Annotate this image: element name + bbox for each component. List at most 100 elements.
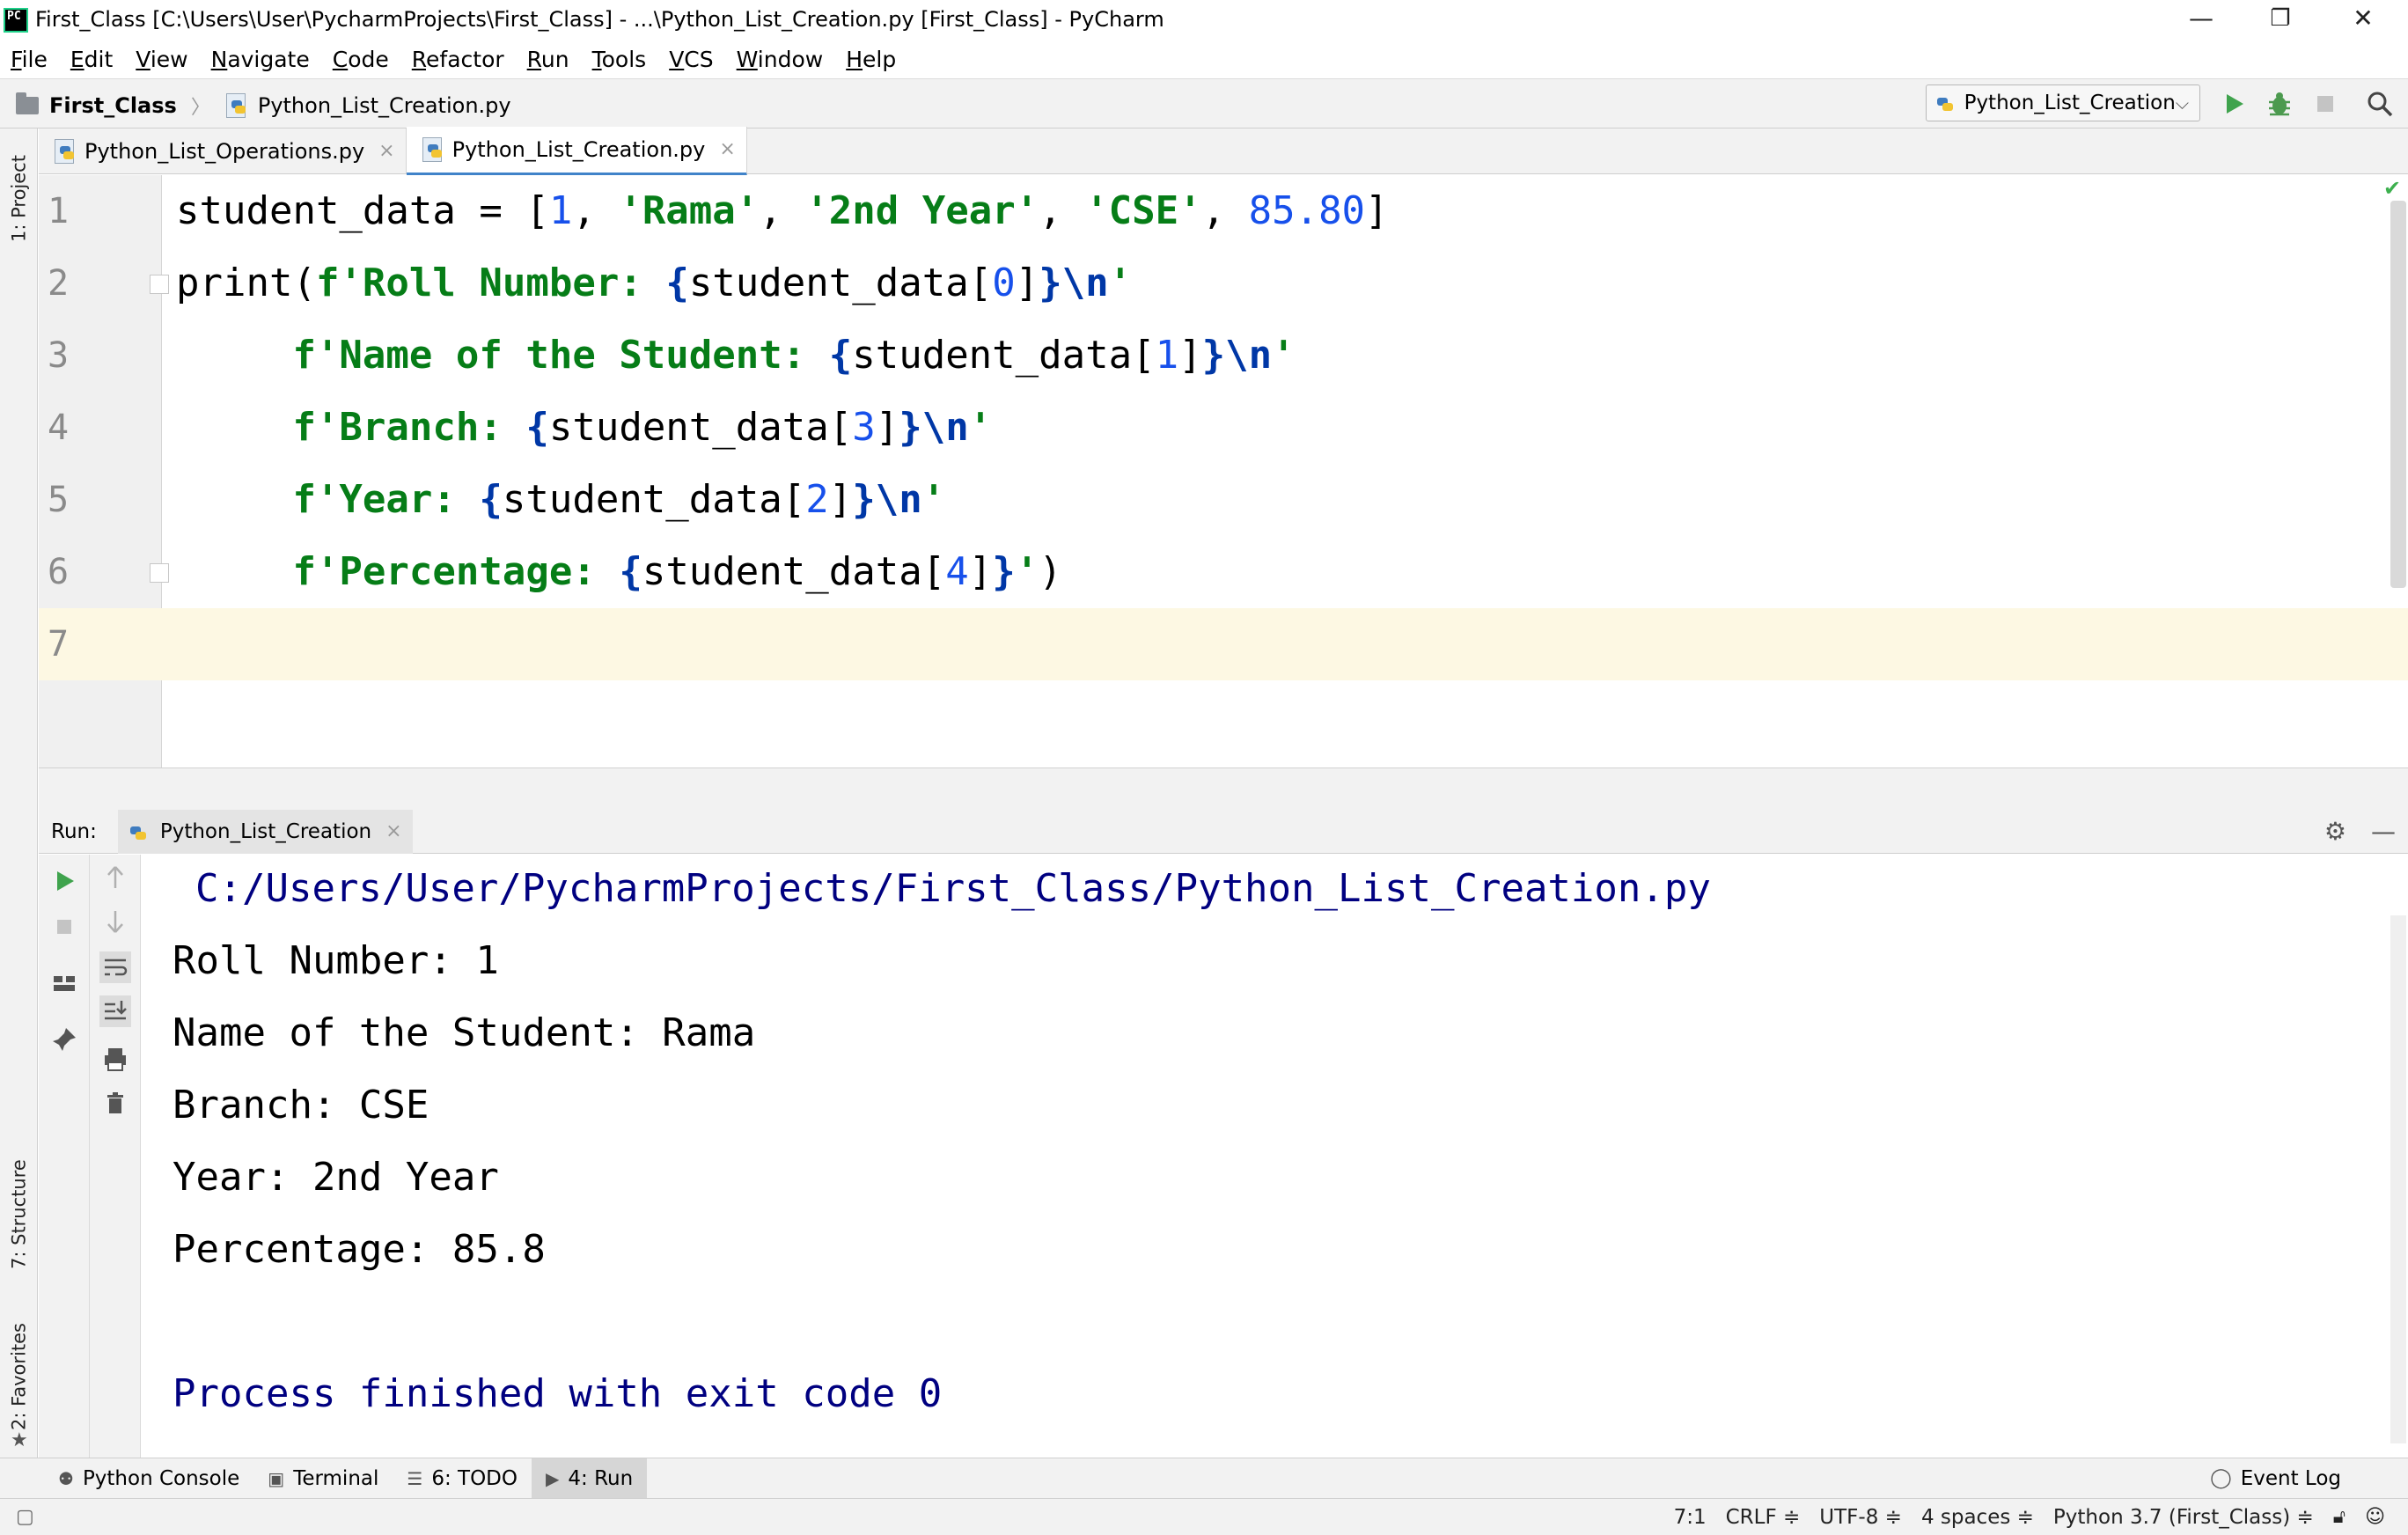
line-number: 1: [48, 191, 70, 231]
gear-icon[interactable]: ⚙: [2324, 817, 2346, 846]
menu-help[interactable]: Help: [846, 47, 896, 72]
menu-navigate[interactable]: Navigate: [211, 47, 310, 72]
editor-tab-bar: Python_List_Operations.py × Python_List_…: [39, 126, 2408, 176]
debug-icon[interactable]: [2264, 88, 2295, 120]
breadcrumb-project[interactable]: First_Class: [49, 93, 177, 118]
bottom-tool-label: 4: Run: [568, 1466, 634, 1490]
bottom-tool-label: Terminal: [293, 1466, 379, 1490]
python-file-icon: [421, 136, 444, 162]
menu-run[interactable]: Run: [527, 47, 569, 72]
status-bar: ▢ 7:1 CRLF ≑ UTF-8 ≑ 4 spaces ≑ Python 3…: [0, 1498, 2408, 1535]
pycharm-logo-icon: PC: [4, 8, 28, 33]
menu-refactor[interactable]: Refactor: [412, 47, 504, 72]
code-line-1: student_data = [1, 'Rama', '2nd Year', '…: [176, 188, 1389, 233]
rerun-icon[interactable]: [48, 865, 80, 897]
caret-position[interactable]: 7:1: [1674, 1506, 1707, 1529]
menu-view[interactable]: View: [136, 47, 187, 72]
left-tool-strip: 1: Project 7: Structure 2: Favorites ★: [0, 129, 38, 1458]
console-output-line: Year: 2nd Year: [173, 1155, 499, 1200]
todo-icon: ☰: [407, 1467, 423, 1489]
code-line-3: f'Name of the Student: {student_data[1]}…: [292, 333, 1296, 378]
event-log-button[interactable]: ◯ Event Log: [2196, 1458, 2355, 1499]
inspector-icon[interactable]: ☺: [2365, 1506, 2385, 1528]
tab-python-list-operations[interactable]: Python_List_Operations.py ×: [39, 128, 407, 174]
line-number: 7: [48, 624, 70, 665]
run-tab[interactable]: Python_List_Creation ×: [117, 809, 413, 854]
python-console-button[interactable]: ⚉ Python Console: [44, 1458, 253, 1499]
menu-file[interactable]: File: [11, 47, 48, 72]
project-tool-tab[interactable]: 1: Project: [0, 137, 38, 261]
encoding-widget[interactable]: UTF-8 ≑: [1819, 1506, 1902, 1529]
todo-button[interactable]: ☰ 6: TODO: [393, 1458, 532, 1499]
panel-splitter[interactable]: [39, 768, 2408, 810]
search-icon[interactable]: [2364, 88, 2396, 120]
console-script-path[interactable]: C:/Users/User/PycharmProjects/First_Clas…: [195, 853, 1711, 925]
project-tab-label: 1: Project: [8, 155, 30, 243]
run-panel-label: Run:: [51, 819, 97, 843]
bottom-tool-label: 6: TODO: [431, 1466, 518, 1490]
menu-edit[interactable]: Edit: [70, 47, 113, 72]
close-tab-icon[interactable]: ×: [385, 820, 401, 842]
structure-tool-tab[interactable]: 7: Structure: [0, 1135, 38, 1294]
run-tool-button[interactable]: ▶ 4: Run: [532, 1458, 648, 1499]
terminal-button[interactable]: ▣ Terminal: [253, 1458, 393, 1499]
print-icon[interactable]: [99, 1043, 131, 1075]
window-title: First_Class [C:\Users\User\PycharmProjec…: [35, 7, 1164, 32]
console-output-line: Name of the Student: Rama: [173, 1010, 756, 1055]
menu-code[interactable]: Code: [333, 47, 389, 72]
line-separator-widget[interactable]: CRLF ≑: [1726, 1506, 1801, 1529]
close-tab-icon[interactable]: ×: [719, 138, 735, 160]
pin-icon[interactable]: [48, 1024, 80, 1055]
soft-wrap-icon[interactable]: [99, 951, 131, 983]
hide-panel-icon[interactable]: —: [2371, 817, 2396, 846]
python-console-icon: ⚉: [58, 1467, 74, 1489]
python-file-icon: [53, 138, 76, 164]
code-line-6: f'Percentage: {student_data[4]}'): [292, 549, 1062, 594]
chevron-down-icon: ⌵: [2175, 92, 2189, 114]
stop-icon[interactable]: [48, 911, 80, 943]
editor-scrollbar[interactable]: [2390, 201, 2406, 588]
run-configuration-label: Python_List_Creation: [1964, 92, 2176, 114]
code-line-4: f'Branch: {student_data[3]}\n': [292, 405, 993, 450]
run-configuration-select[interactable]: Python_List_Creation ⌵: [1926, 84, 2200, 121]
run-toolbar-primary: [39, 855, 90, 1458]
stop-icon[interactable]: [2309, 88, 2341, 120]
trash-icon[interactable]: [99, 1087, 131, 1119]
line-number: 2: [48, 263, 70, 304]
menu-vcs[interactable]: VCS: [669, 47, 713, 72]
menu-tools[interactable]: Tools: [592, 47, 647, 72]
close-window-button[interactable]: ✕: [2324, 0, 2403, 40]
indent-widget[interactable]: 4 spaces ≑: [1921, 1506, 2034, 1529]
interpreter-widget[interactable]: Python 3.7 (First_Class) ≑: [2053, 1506, 2314, 1529]
favorites-tab-label: 2: Favorites: [8, 1323, 30, 1430]
console-exit-message: Process finished with exit code 0: [173, 1371, 943, 1416]
tab-label: Python_List_Operations.py: [84, 138, 365, 164]
lock-icon[interactable]: 🔓︎: [2333, 1506, 2346, 1528]
console-scrollbar[interactable]: [2390, 915, 2406, 1443]
fold-marker-icon[interactable]: [150, 563, 169, 583]
close-tab-icon[interactable]: ×: [378, 140, 394, 162]
console-output-line: Roll Number: 1: [173, 938, 499, 983]
terminal-icon: ▣: [268, 1467, 285, 1489]
python-file-icon: [224, 93, 247, 118]
console-output-line: Percentage: 85.8: [173, 1227, 546, 1272]
run-icon[interactable]: [2218, 88, 2250, 120]
toggle-tool-windows-icon[interactable]: ▢: [16, 1506, 34, 1528]
run-tab-label: Python_List_Creation: [159, 819, 372, 843]
line-number: 6: [48, 552, 70, 592]
menu-bar: File Edit View Navigate Code Refactor Ru…: [0, 40, 2408, 78]
breadcrumb-file[interactable]: Python_List_Creation.py: [258, 93, 511, 118]
tab-python-list-creation[interactable]: Python_List_Creation.py ×: [406, 126, 747, 176]
structure-tab-label: 7: Structure: [8, 1159, 30, 1270]
title-bar: PC First_Class [C:\Users\User\PycharmPro…: [0, 0, 2408, 40]
scroll-to-end-icon[interactable]: [99, 995, 131, 1027]
tab-label: Python_List_Creation.py: [452, 136, 706, 162]
menu-window[interactable]: Window: [737, 47, 824, 72]
restore-button[interactable]: ❐: [2241, 0, 2320, 40]
minimize-button[interactable]: —: [2162, 0, 2241, 40]
arrow-down-icon[interactable]: [99, 906, 131, 937]
arrow-up-icon[interactable]: [99, 862, 131, 893]
fold-marker-icon[interactable]: [150, 275, 169, 294]
folder-icon: [16, 92, 39, 114]
layout-icon[interactable]: [48, 967, 80, 999]
